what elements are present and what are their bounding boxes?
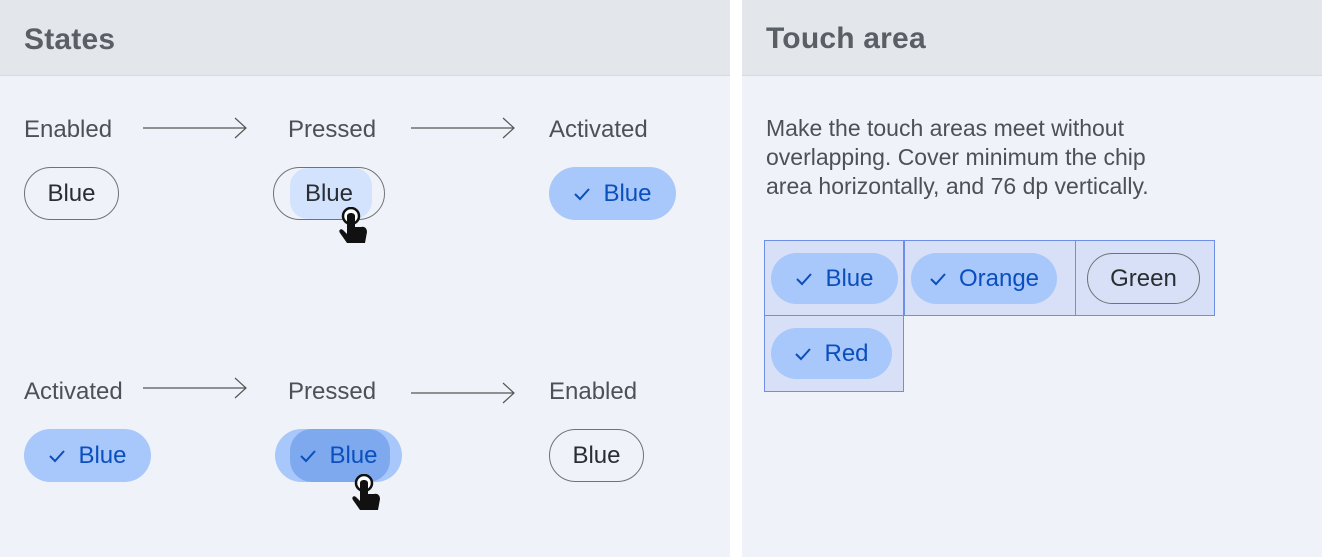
states-header: States <box>0 0 730 76</box>
chip-activated[interactable]: Blue <box>24 429 151 482</box>
chip-label: Blue <box>572 441 621 469</box>
check-icon <box>573 187 591 201</box>
touch-area-description: Make the touch areas meet without overla… <box>766 115 1149 199</box>
chip-label: Blue <box>78 441 127 469</box>
chip-label: Blue <box>329 441 378 469</box>
check-icon <box>795 272 813 286</box>
arrow-right-icon <box>411 117 517 139</box>
state-label-enabled: Enabled <box>24 116 113 143</box>
chip-red[interactable]: Red <box>771 328 892 379</box>
state-label-activated: Activated <box>549 116 648 143</box>
check-icon <box>794 347 812 361</box>
touch-area-title: Touch area <box>766 22 926 55</box>
chip-enabled[interactable]: Blue <box>24 167 119 220</box>
chip-enabled[interactable]: Blue <box>549 429 644 482</box>
chip-green[interactable]: Green <box>1087 253 1200 304</box>
touch-area-header: Touch area <box>742 0 1322 76</box>
check-icon <box>929 272 947 286</box>
state-label-activated: Activated <box>24 378 123 405</box>
arrow-right-icon <box>143 117 249 139</box>
chip-label: Red <box>824 339 869 367</box>
chip-label: Blue <box>825 264 874 292</box>
arrow-right-icon <box>143 377 249 399</box>
check-icon <box>299 449 317 463</box>
state-label-pressed: Pressed <box>288 378 377 405</box>
chip-label: Green <box>1110 264 1177 292</box>
hand-pointer-icon <box>336 206 370 252</box>
chip-blue[interactable]: Blue <box>771 253 898 304</box>
state-label-pressed: Pressed <box>288 116 377 143</box>
chip-label: Blue <box>47 179 96 207</box>
chip-activated[interactable]: Blue <box>549 167 676 220</box>
chip-orange[interactable]: Orange <box>911 253 1057 304</box>
chip-label: Orange <box>958 264 1040 292</box>
chip-label: Blue <box>603 179 652 207</box>
state-label-enabled: Enabled <box>549 378 638 405</box>
check-icon <box>48 449 66 463</box>
states-title: States <box>24 23 116 56</box>
hand-pointer-icon <box>349 473 383 519</box>
arrow-right-icon <box>411 382 517 404</box>
touch-area-panel: Touch area Make the touch areas meet wit… <box>742 0 1322 557</box>
states-panel: States Enabled Pressed Activated Blue Bl… <box>0 0 730 557</box>
chip-label: Blue <box>304 179 354 207</box>
